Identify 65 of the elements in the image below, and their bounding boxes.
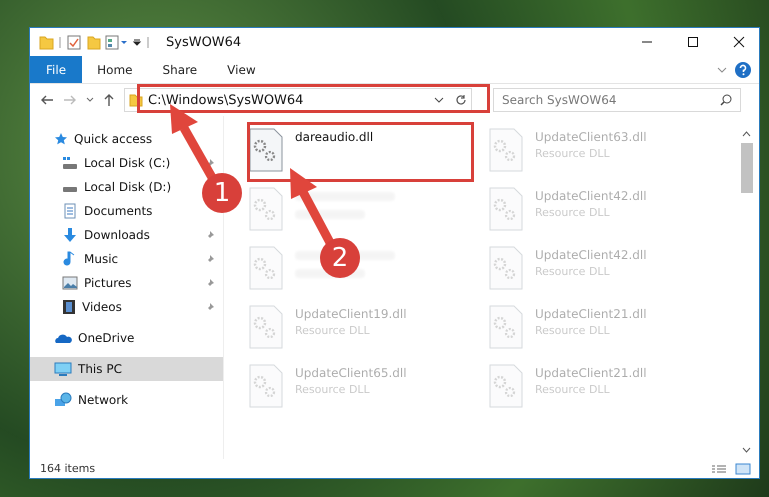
help-icon[interactable] — [735, 62, 751, 78]
item-count: 164 items — [40, 462, 96, 475]
nav-label: Music — [84, 252, 118, 266]
maximize-icon[interactable] — [687, 36, 699, 48]
file-name: dareaudio.dll — [295, 130, 374, 144]
nav-label: Local Disk (C:) — [84, 156, 170, 170]
file-name: UpdateClient65.dll — [295, 366, 407, 380]
document-icon — [62, 203, 78, 219]
refresh-icon[interactable] — [455, 94, 467, 106]
nav-item[interactable]: Quick access — [30, 127, 223, 151]
up-arrow-icon[interactable] — [103, 93, 115, 107]
nav-item[interactable]: Downloads — [30, 223, 156, 247]
ribbon-tab[interactable]: File — [30, 56, 82, 83]
details-view-icon[interactable] — [711, 464, 727, 474]
nav-label: Pictures — [84, 276, 132, 290]
cloud-icon — [54, 332, 72, 344]
tiles-view-icon[interactable] — [735, 462, 751, 474]
window-title: SysWOW64 — [166, 34, 242, 50]
nav-item[interactable]: OneDrive — [30, 326, 223, 350]
ribbon-tab[interactable]: Share — [148, 56, 212, 83]
nav-label: OneDrive — [78, 331, 134, 345]
nav-label: Local Disk (D:) — [84, 180, 172, 194]
nav-label: Documents — [84, 204, 152, 218]
file-name: UpdateClient21.dll — [535, 307, 647, 321]
nav-item[interactable]: Documents — [30, 199, 158, 223]
nav-label: Videos — [82, 300, 122, 314]
scroll-down-icon[interactable] — [742, 447, 751, 453]
nav-item[interactable]: Pictures — [30, 271, 138, 295]
file-name: UpdateClient63.dll — [535, 130, 647, 144]
network-icon — [54, 392, 72, 408]
nav-label: Downloads — [84, 228, 150, 242]
dropdown-icon[interactable] — [434, 96, 444, 104]
nav-item[interactable]: Local Disk (D:) — [30, 175, 178, 199]
nav-label: Quick access — [74, 132, 152, 146]
nav-item[interactable]: Network — [30, 388, 223, 412]
monitor-icon — [54, 362, 72, 376]
chevron-icon[interactable] — [717, 66, 727, 74]
nav-item[interactable]: Music — [30, 247, 124, 271]
search-field[interactable]: Search SysWOW64 — [493, 88, 741, 112]
scrollbar-thumb[interactable] — [740, 143, 752, 193]
nav-label: This PC — [78, 362, 122, 376]
ribbon-tab[interactable]: Home — [82, 56, 148, 83]
address-path: C:\Windows\SysWOW64 — [148, 92, 304, 108]
scroll-up-icon[interactable] — [742, 131, 751, 137]
nav-label: Network — [78, 393, 128, 407]
nav-item[interactable]: Local Disk (C:) — [30, 151, 176, 175]
drive-icon — [62, 187, 78, 193]
file-name: UpdateClient21.dll — [535, 366, 647, 380]
forward-arrow-icon[interactable] — [63, 94, 77, 106]
search-icon[interactable] — [720, 94, 732, 106]
picture-icon — [62, 276, 78, 290]
nav-item[interactable]: Videos — [30, 295, 128, 319]
file-name: UpdateClient42.dll — [535, 248, 647, 262]
file-name: UpdateClient42.dll — [535, 189, 647, 203]
file-name: UpdateClient19.dll — [295, 307, 407, 321]
nav-item[interactable]: This PC — [30, 357, 223, 381]
drive-icon — [62, 156, 78, 170]
dropdown-icon[interactable] — [86, 97, 94, 103]
gear-file-icon[interactable] — [249, 128, 283, 172]
close-icon[interactable] — [733, 36, 745, 48]
film-icon — [62, 299, 76, 315]
star-icon — [54, 132, 68, 146]
ribbon-tab[interactable]: View — [212, 56, 271, 83]
back-arrow-icon[interactable] — [40, 94, 54, 106]
download-arrow-icon — [62, 227, 78, 243]
